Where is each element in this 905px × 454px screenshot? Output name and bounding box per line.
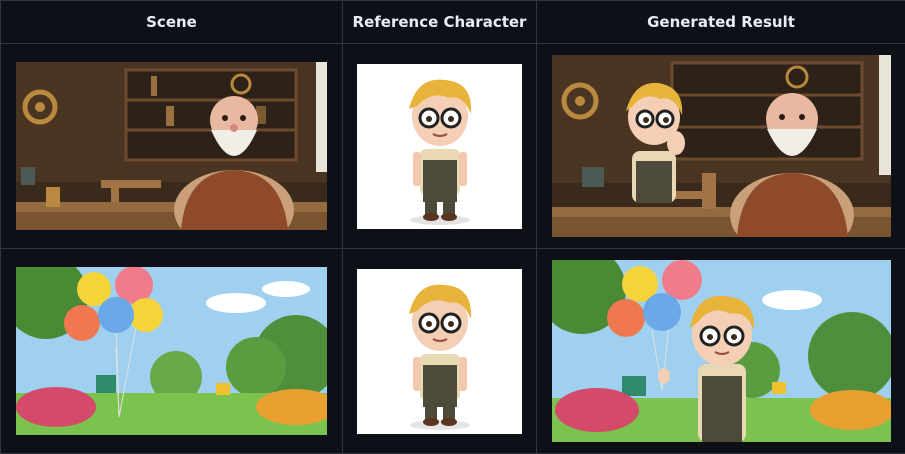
table-row [1, 249, 905, 454]
reference-cell [343, 249, 537, 454]
result-cell [537, 249, 905, 454]
reference-cell [343, 44, 537, 249]
scene-cell [1, 44, 343, 249]
result-cell [537, 44, 905, 249]
header-generated-result: Generated Result [537, 1, 905, 44]
scene-cell [1, 249, 343, 454]
header-scene: Scene [1, 1, 343, 44]
table-row [1, 44, 905, 249]
park-result-image [552, 260, 891, 442]
reference-character-image [357, 64, 522, 229]
table-header-row: Scene Reference Character Generated Resu… [1, 1, 905, 44]
workshop-result-image [552, 55, 891, 237]
header-reference-character: Reference Character [343, 1, 537, 44]
comparison-table: Scene Reference Character Generated Resu… [0, 0, 905, 454]
workshop-scene-image [16, 62, 327, 230]
park-scene-image [16, 267, 327, 435]
reference-character-image [357, 269, 522, 434]
